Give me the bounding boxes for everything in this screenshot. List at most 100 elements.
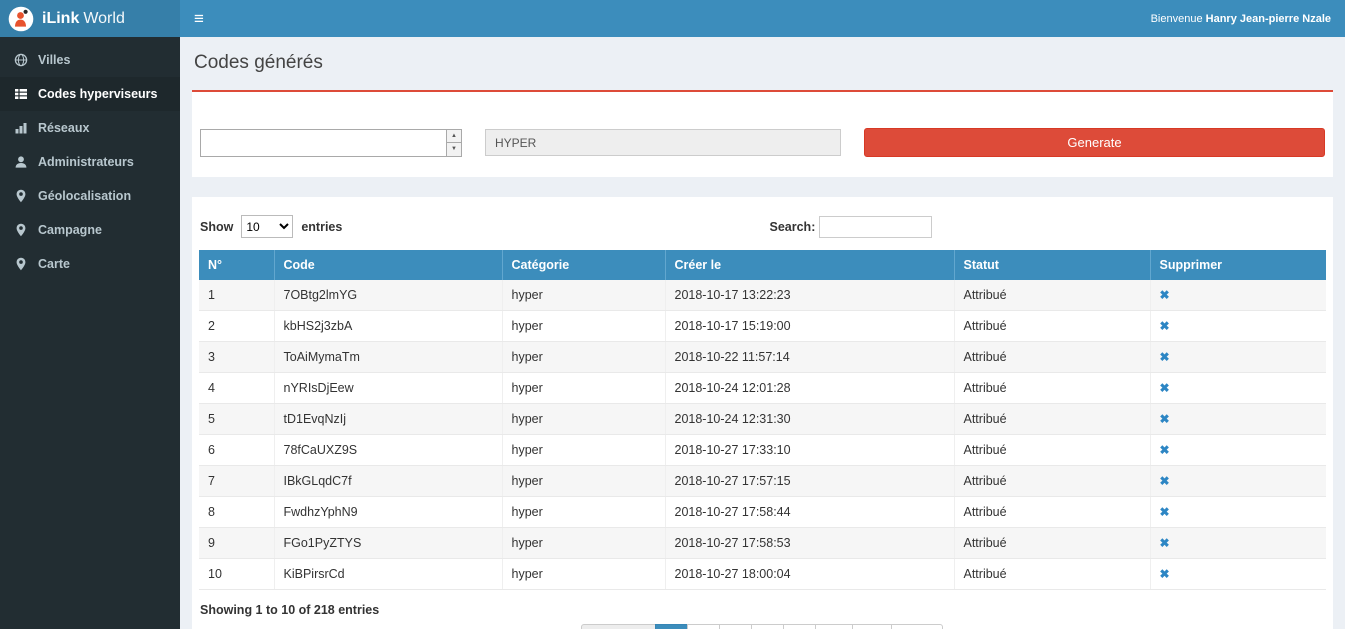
quantity-input[interactable] [201, 130, 444, 156]
table-row: 4nYRIsDjEewhyper2018-10-24 12:01:28Attri… [199, 373, 1326, 404]
sidebar-item-geolocalisation[interactable]: Géolocalisation [0, 179, 180, 213]
category-cell: hyper [502, 435, 665, 466]
table-row: 8FwdhzYphN9hyper2018-10-27 17:58:44Attri… [199, 497, 1326, 528]
row-number-cell: 3 [199, 342, 274, 373]
column-header-num[interactable]: N° [199, 250, 274, 280]
delete-icon[interactable]: ✖ [1160, 319, 1170, 333]
category-cell: hyper [502, 280, 665, 311]
created-cell: 2018-10-27 17:33:10 [665, 435, 954, 466]
codes-table-panel: Show 10 entries Search: N° Code Catég [192, 197, 1333, 629]
delete-cell: ✖ [1150, 528, 1326, 559]
quantity-field: ▲ ▼ [200, 129, 462, 157]
status-cell: Attribué [954, 435, 1150, 466]
table-row: 3ToAiMymaTmhyper2018-10-22 11:57:14Attri… [199, 342, 1326, 373]
sidebar-item-villes[interactable]: Villes [0, 43, 180, 77]
delete-cell: ✖ [1150, 342, 1326, 373]
status-cell: Attribué [954, 466, 1150, 497]
delete-icon[interactable]: ✖ [1160, 474, 1170, 488]
row-number-cell: 1 [199, 280, 274, 311]
pagination-next[interactable]: Next [891, 624, 943, 629]
show-label: Show [200, 220, 233, 234]
page-title: Codes générés [194, 52, 1331, 74]
table-row: 2kbHS2j3zbAhyper2018-10-17 15:19:00Attri… [199, 311, 1326, 342]
stepper-up-icon[interactable]: ▲ [447, 130, 461, 144]
main-content: Codes générés ▲ ▼ Generate Show 10 entri… [180, 37, 1345, 629]
delete-cell: ✖ [1150, 280, 1326, 311]
search-input[interactable] [819, 216, 932, 238]
top-bar: iLinkWorld ≡ Bienvenue Hanry Jean-pierre… [0, 0, 1345, 37]
sidebar-item-codes-hyperviseurs[interactable]: Codes hyperviseurs [0, 77, 180, 111]
delete-icon[interactable]: ✖ [1160, 536, 1170, 550]
code-cell: nYRIsDjEew [274, 373, 502, 404]
welcome-prefix: Bienvenue [1151, 13, 1203, 25]
pagination-page-3[interactable]: 3 [719, 624, 752, 629]
pagination-page-1[interactable]: 1 [655, 624, 688, 629]
generate-form: ▲ ▼ Generate [192, 92, 1333, 177]
sidebar-item-label: Administrateurs [38, 155, 134, 169]
sidebar-item-reseaux[interactable]: Réseaux [0, 111, 180, 145]
delete-icon[interactable]: ✖ [1160, 567, 1170, 581]
stepper-down-icon[interactable]: ▼ [447, 143, 461, 156]
delete-cell: ✖ [1150, 559, 1326, 590]
pagination-page-4[interactable]: 4 [751, 624, 784, 629]
status-cell: Attribué [954, 311, 1150, 342]
brand-name: iLinkWorld [42, 10, 125, 28]
column-header-status[interactable]: Statut [954, 250, 1150, 280]
sidebar-item-label: Géolocalisation [38, 189, 131, 203]
search-control: Search: [763, 216, 1326, 238]
sidebar-item-administrateurs[interactable]: Administrateurs [0, 145, 180, 179]
created-cell: 2018-10-17 15:19:00 [665, 311, 954, 342]
delete-icon[interactable]: ✖ [1160, 443, 1170, 457]
status-cell: Attribué [954, 528, 1150, 559]
sidebar-item-campagne[interactable]: Campagne [0, 213, 180, 247]
pagination-page-5[interactable]: 5 [783, 624, 816, 629]
hamburger-icon[interactable]: ≡ [194, 10, 204, 27]
code-cell: kbHS2j3zbA [274, 311, 502, 342]
page-length-select[interactable]: 10 [241, 215, 293, 238]
sidebar-item-carte[interactable]: Carte [0, 247, 180, 281]
logo-icon [8, 6, 34, 32]
category-cell: hyper [502, 373, 665, 404]
sidebar-item-label: Campagne [38, 223, 102, 237]
brand-logo[interactable]: iLinkWorld [0, 0, 180, 37]
page-length-control: Show 10 entries [200, 215, 763, 238]
row-number-cell: 9 [199, 528, 274, 559]
created-cell: 2018-10-27 17:58:53 [665, 528, 954, 559]
status-cell: Attribué [954, 342, 1150, 373]
brand-name-light: World [83, 10, 125, 27]
pagination-page-22[interactable]: 22 [852, 624, 892, 629]
column-header-delete[interactable]: Supprimer [1150, 250, 1326, 280]
brand-name-bold: iLink [42, 10, 79, 27]
sidebar-item-label: Carte [38, 257, 70, 271]
generate-button[interactable]: Generate [864, 128, 1325, 157]
map-marker-icon [14, 257, 28, 271]
delete-cell: ✖ [1150, 311, 1326, 342]
delete-icon[interactable]: ✖ [1160, 381, 1170, 395]
sidebar-item-label: Codes hyperviseurs [38, 87, 158, 101]
table-header-row: N° Code Catégorie Créer le Statut Suppri… [199, 250, 1326, 280]
delete-cell: ✖ [1150, 466, 1326, 497]
search-label: Search: [770, 220, 816, 234]
column-header-code[interactable]: Code [274, 250, 502, 280]
status-cell: Attribué [954, 404, 1150, 435]
delete-icon[interactable]: ✖ [1160, 505, 1170, 519]
delete-icon[interactable]: ✖ [1160, 412, 1170, 426]
table-row: 5tD1EvqNzIjhyper2018-10-24 12:31:30Attri… [199, 404, 1326, 435]
pagination-page-2[interactable]: 2 [687, 624, 720, 629]
created-cell: 2018-10-27 17:57:15 [665, 466, 954, 497]
globe-icon [14, 53, 28, 67]
delete-icon[interactable]: ✖ [1160, 288, 1170, 302]
quantity-stepper: ▲ ▼ [446, 130, 461, 156]
pagination-previous[interactable]: Previous [581, 624, 656, 629]
column-header-category[interactable]: Catégorie [502, 250, 665, 280]
pagination-ellipsis: … [815, 624, 854, 629]
row-number-cell: 7 [199, 466, 274, 497]
codes-table-body: 17OBtg2lmYGhyper2018-10-17 13:22:23Attri… [199, 280, 1326, 590]
row-number-cell: 2 [199, 311, 274, 342]
delete-icon[interactable]: ✖ [1160, 350, 1170, 364]
user-name[interactable]: Hanry Jean-pierre Nzale [1206, 13, 1331, 25]
top-navbar: ≡ Bienvenue Hanry Jean-pierre Nzale [180, 0, 1345, 37]
created-cell: 2018-10-24 12:31:30 [665, 404, 954, 435]
code-cell: tD1EvqNzIj [274, 404, 502, 435]
column-header-created[interactable]: Créer le [665, 250, 954, 280]
